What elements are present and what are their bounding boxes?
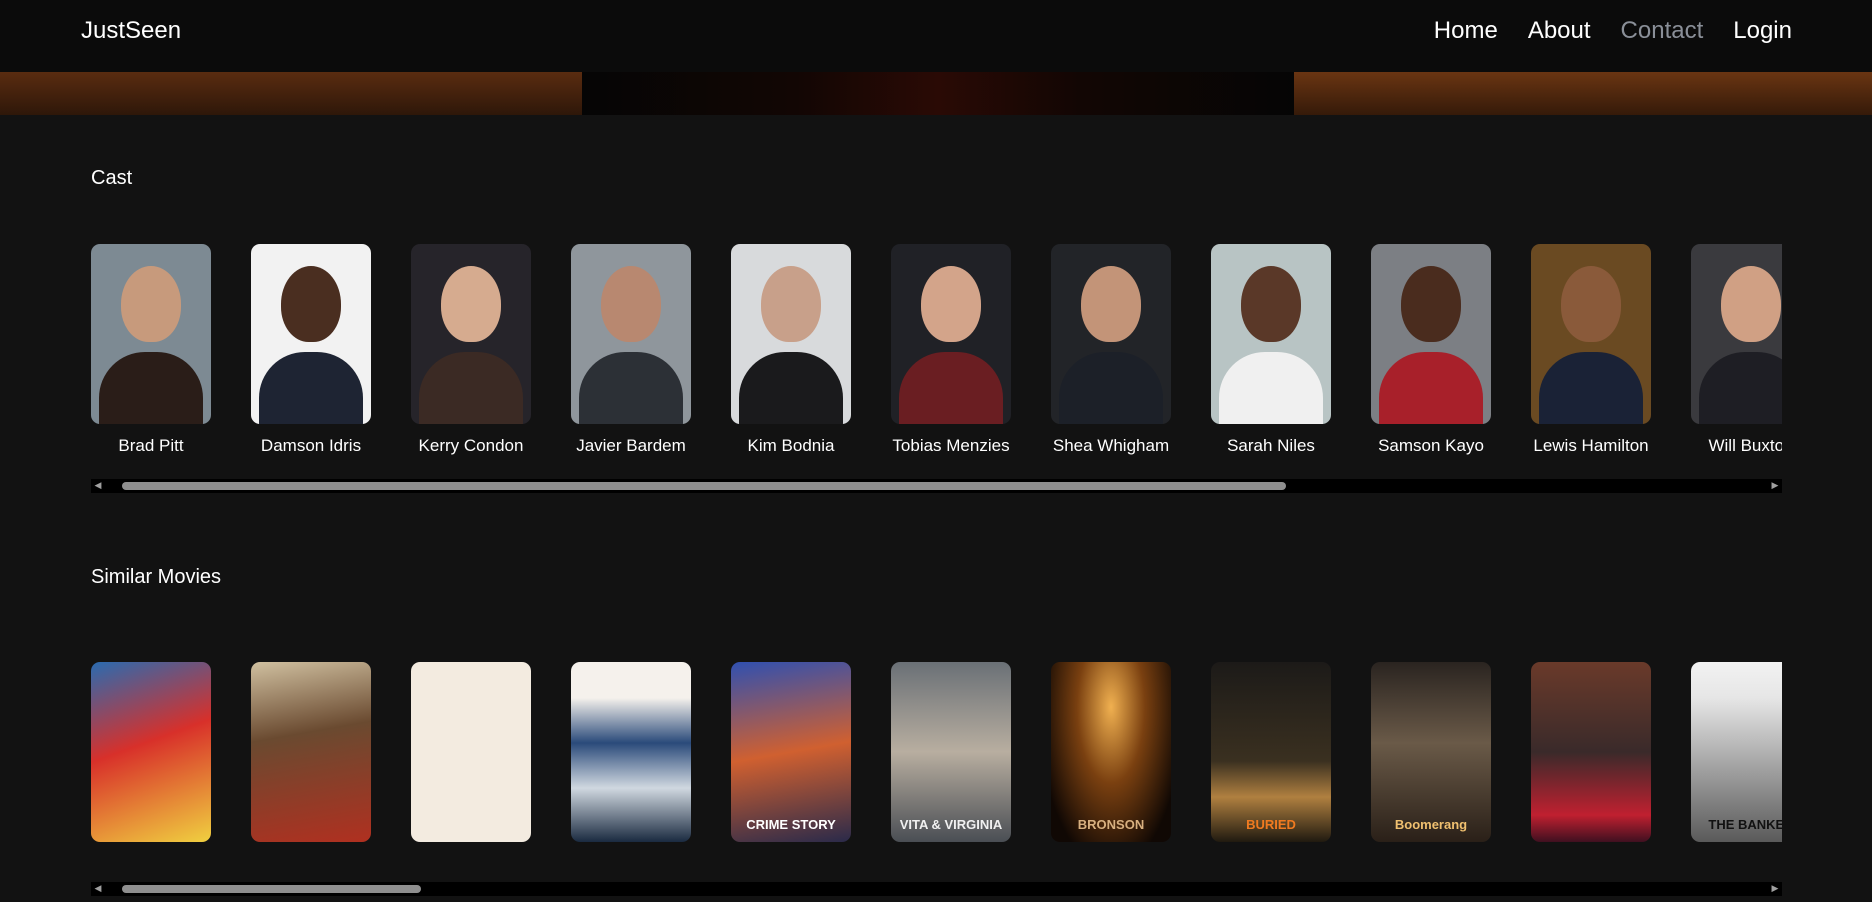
cast-photo-head (761, 266, 821, 342)
cast-photo-head (1721, 266, 1781, 342)
movie-poster-title: THE BANKER (1708, 817, 1782, 833)
cast-photo (731, 244, 851, 424)
cast-photo-body (1699, 352, 1782, 424)
cast-photo (1051, 244, 1171, 424)
movie-poster[interactable]: THE BANKER (1691, 662, 1782, 842)
nav-link-home[interactable]: Home (1434, 17, 1498, 45)
movie-poster[interactable]: BURIED (1211, 662, 1331, 842)
cast-photo-body (1539, 352, 1643, 424)
similar-movies-list: CRIME STORY VITA & VIRGINIA BRONSON BURIED B… (91, 662, 1782, 842)
cast-name: Damson Idris (260, 436, 362, 455)
backdrop-image (0, 72, 1872, 115)
cast-card[interactable]: Sarah Niles (1211, 244, 1331, 456)
cast-photo (1531, 244, 1651, 424)
movie-poster-title: BURIED (1246, 817, 1296, 833)
cast-name: Tobias Menzies (892, 436, 1010, 455)
cast-card[interactable]: Javier Bardem (571, 244, 691, 456)
cast-photo-body (739, 352, 843, 424)
movie-poster-title: VITA & VIRGINIA (899, 817, 1003, 833)
cast-photo (571, 244, 691, 424)
cast-card[interactable]: Brad Pitt (91, 244, 211, 456)
backdrop-center (582, 72, 1294, 115)
similar-movies-row[interactable]: CRIME STORY VITA & VIRGINIA BRONSON BURIED B… (91, 662, 1782, 842)
nav-link-login[interactable]: Login (1733, 17, 1792, 45)
nav-link-contact[interactable]: Contact (1621, 17, 1704, 45)
scroll-right-arrow-icon[interactable]: ▶ (1768, 479, 1782, 493)
cast-name: Shea Whigham (1052, 436, 1170, 455)
movie-poster-title: CRIME STORY (746, 817, 836, 833)
cast-photo-head (1081, 266, 1141, 342)
movie-poster[interactable] (571, 662, 691, 842)
cast-card[interactable]: Tobias Menzies (891, 244, 1011, 456)
cast-photo-head (121, 266, 181, 342)
movie-poster-title: BRONSON (1077, 817, 1145, 833)
cast-card[interactable]: Samson Kayo (1371, 244, 1491, 456)
cast-photo (1211, 244, 1331, 424)
cast-photo-body (579, 352, 683, 424)
cast-name: Javier Bardem (576, 436, 686, 455)
cast-photo-body (1059, 352, 1163, 424)
cast-photo (891, 244, 1011, 424)
cast-photo-head (601, 266, 661, 342)
similar-movies-scroll-thumb[interactable] (121, 885, 421, 893)
cast-scrollbar[interactable]: ◀ ▶ (91, 479, 1782, 493)
cast-photo-head (1401, 266, 1461, 342)
cast-card[interactable]: Damson Idris (251, 244, 371, 456)
cast-photo-body (99, 352, 203, 424)
cast-scroll-thumb[interactable] (121, 482, 1286, 490)
scroll-left-arrow-icon[interactable]: ◀ (91, 479, 105, 493)
cast-photo (411, 244, 531, 424)
movie-poster[interactable] (411, 662, 531, 842)
cast-photo (251, 244, 371, 424)
movie-poster[interactable] (1531, 662, 1651, 842)
navbar: JustSeen Home About Contact Login (0, 0, 1872, 72)
movie-poster[interactable]: BRONSON (1051, 662, 1171, 842)
cast-card[interactable]: Kerry Condon (411, 244, 531, 456)
cast-heading: Cast (91, 167, 133, 189)
cast-card[interactable]: Shea Whigham (1051, 244, 1171, 456)
cast-photo-body (1219, 352, 1323, 424)
cast-photo (1691, 244, 1782, 424)
cast-photo-body (899, 352, 1003, 424)
nav-links: Home About Contact Login (1434, 17, 1792, 45)
cast-photo-body (259, 352, 363, 424)
cast-card[interactable]: Kim Bodnia (731, 244, 851, 456)
movie-poster[interactable]: CRIME STORY (731, 662, 851, 842)
backdrop-right (1294, 72, 1872, 115)
cast-photo-head (1241, 266, 1301, 342)
cast-photo-body (1379, 352, 1483, 424)
cast-name: Sarah Niles (1227, 436, 1315, 455)
cast-name: Kerry Condon (418, 436, 524, 455)
cast-photo-head (441, 266, 501, 342)
nav-link-about[interactable]: About (1528, 17, 1591, 45)
cast-list: Brad Pitt Damson Idris Kerry Condon Javier … (91, 244, 1782, 456)
movie-poster[interactable]: Boomerang (1371, 662, 1491, 842)
cast-photo-head (921, 266, 981, 342)
scroll-right-arrow-icon[interactable]: ▶ (1768, 882, 1782, 896)
cast-name: Lewis Hamilton (1533, 436, 1649, 455)
movie-poster[interactable]: VITA & VIRGINIA (891, 662, 1011, 842)
cast-card[interactable]: Lewis Hamilton (1531, 244, 1651, 456)
cast-name: Samson Kayo (1378, 436, 1484, 455)
scroll-left-arrow-icon[interactable]: ◀ (91, 882, 105, 896)
cast-name: Kim Bodnia (747, 436, 835, 455)
backdrop-left (0, 72, 582, 115)
cast-photo-head (281, 266, 341, 342)
cast-name: Will Buxton (1708, 436, 1782, 455)
cast-photo (91, 244, 211, 424)
cast-name: Brad Pitt (118, 436, 184, 455)
cast-row[interactable]: Brad Pitt Damson Idris Kerry Condon Javier … (91, 244, 1782, 464)
cast-photo (1371, 244, 1491, 424)
cast-card[interactable]: Will Buxton (1691, 244, 1782, 456)
similar-movies-scrollbar[interactable]: ◀ ▶ (91, 882, 1782, 896)
brand-logo[interactable]: JustSeen (81, 17, 181, 45)
cast-photo-head (1561, 266, 1621, 342)
cast-photo-body (419, 352, 523, 424)
movie-poster[interactable] (91, 662, 211, 842)
movie-poster-title: Boomerang (1394, 817, 1468, 833)
movie-poster[interactable] (251, 662, 371, 842)
similar-movies-heading: Similar Movies (91, 566, 222, 588)
